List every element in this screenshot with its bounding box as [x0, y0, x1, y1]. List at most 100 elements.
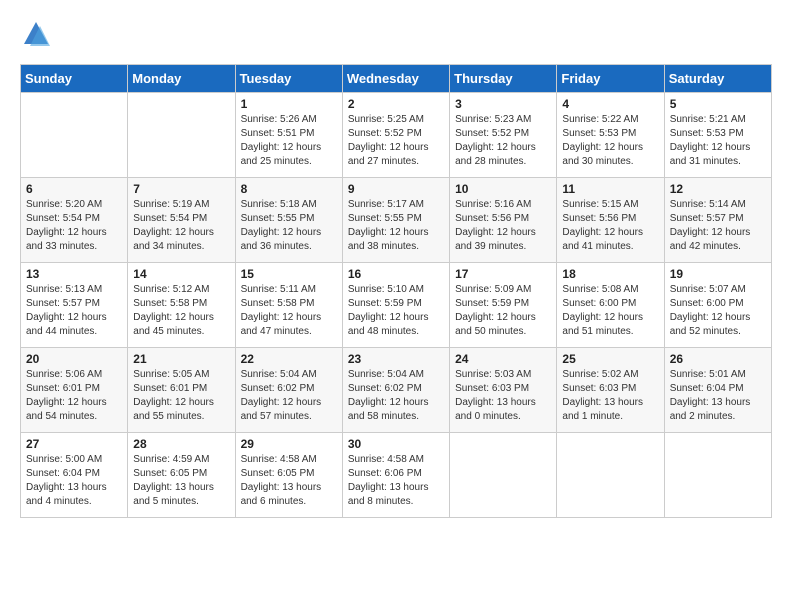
calendar-cell: 7 Sunrise: 5:19 AM Sunset: 5:54 PM Daylig… [128, 178, 235, 263]
day-number: 3 [455, 97, 551, 111]
calendar-cell: 25 Sunrise: 5:02 AM Sunset: 6:03 PM Dayli… [557, 348, 664, 433]
day-detail: Sunrise: 5:02 AM Sunset: 6:03 PM Dayligh… [562, 368, 658, 424]
day-number: 26 [670, 352, 766, 366]
calendar-week-row: 20 Sunrise: 5:06 AM Sunset: 6:01 PM Dayli… [21, 348, 772, 433]
day-number: 5 [670, 97, 766, 111]
day-detail: Sunrise: 5:06 AM Sunset: 6:01 PM Dayligh… [26, 368, 122, 424]
calendar-cell: 13 Sunrise: 5:13 AM Sunset: 5:57 PM Dayli… [21, 263, 128, 348]
page-header [20, 20, 772, 48]
calendar-week-row: 27 Sunrise: 5:00 AM Sunset: 6:04 PM Dayli… [21, 433, 772, 518]
day-number: 14 [133, 267, 229, 281]
day-number: 12 [670, 182, 766, 196]
calendar-table: SundayMondayTuesdayWednesdayThursdayFrid… [20, 64, 772, 518]
calendar-cell [664, 433, 771, 518]
day-number: 7 [133, 182, 229, 196]
day-number: 6 [26, 182, 122, 196]
day-number: 22 [241, 352, 337, 366]
calendar-week-row: 1 Sunrise: 5:26 AM Sunset: 5:51 PM Daylig… [21, 93, 772, 178]
calendar-cell: 29 Sunrise: 4:58 AM Sunset: 6:05 PM Dayli… [235, 433, 342, 518]
day-number: 21 [133, 352, 229, 366]
day-number: 19 [670, 267, 766, 281]
calendar-cell: 16 Sunrise: 5:10 AM Sunset: 5:59 PM Dayli… [342, 263, 449, 348]
day-number: 28 [133, 437, 229, 451]
day-number: 24 [455, 352, 551, 366]
day-detail: Sunrise: 5:01 AM Sunset: 6:04 PM Dayligh… [670, 368, 766, 424]
calendar-cell: 14Sunrise: 5:12 AM Sunset: 5:58 PM Dayli… [128, 263, 235, 348]
day-number: 15 [241, 267, 337, 281]
calendar-cell: 6 Sunrise: 5:20 AM Sunset: 5:54 PM Daylig… [21, 178, 128, 263]
calendar-cell: 15 Sunrise: 5:11 AM Sunset: 5:58 PM Dayli… [235, 263, 342, 348]
day-number: 23 [348, 352, 444, 366]
weekday-header: Monday [128, 65, 235, 93]
day-detail: Sunrise: 5:18 AM Sunset: 5:55 PM Dayligh… [241, 198, 337, 254]
weekday-header: Tuesday [235, 65, 342, 93]
calendar-cell: 17 Sunrise: 5:09 AM Sunset: 5:59 PM Dayli… [450, 263, 557, 348]
calendar-cell: 23 Sunrise: 5:04 AM Sunset: 6:02 PM Dayli… [342, 348, 449, 433]
calendar-cell: 24 Sunrise: 5:03 AM Sunset: 6:03 PM Dayli… [450, 348, 557, 433]
logo [20, 20, 50, 48]
calendar-cell: 18 Sunrise: 5:08 AM Sunset: 6:00 PM Dayli… [557, 263, 664, 348]
day-detail: Sunrise: 5:03 AM Sunset: 6:03 PM Dayligh… [455, 368, 551, 424]
calendar-cell: 19 Sunrise: 5:07 AM Sunset: 6:00 PM Dayli… [664, 263, 771, 348]
calendar-cell [557, 433, 664, 518]
calendar-cell: 12Sunrise: 5:14 AM Sunset: 5:57 PM Dayli… [664, 178, 771, 263]
day-number: 16 [348, 267, 444, 281]
day-number: 25 [562, 352, 658, 366]
day-number: 30 [348, 437, 444, 451]
calendar-cell: 10 Sunrise: 5:16 AM Sunset: 5:56 PM Dayli… [450, 178, 557, 263]
day-detail: Sunrise: 5:19 AM Sunset: 5:54 PM Dayligh… [133, 198, 229, 254]
calendar-cell: 1 Sunrise: 5:26 AM Sunset: 5:51 PM Daylig… [235, 93, 342, 178]
day-detail: Sunrise: 4:58 AM Sunset: 6:05 PM Dayligh… [241, 453, 337, 509]
day-number: 11 [562, 182, 658, 196]
day-detail: Sunrise: 5:13 AM Sunset: 5:57 PM Dayligh… [26, 283, 122, 339]
calendar-cell: 30Sunrise: 4:58 AM Sunset: 6:06 PM Dayli… [342, 433, 449, 518]
day-detail: Sunrise: 5:08 AM Sunset: 6:00 PM Dayligh… [562, 283, 658, 339]
calendar-week-row: 6 Sunrise: 5:20 AM Sunset: 5:54 PM Daylig… [21, 178, 772, 263]
day-detail: Sunrise: 5:16 AM Sunset: 5:56 PM Dayligh… [455, 198, 551, 254]
day-detail: Sunrise: 5:17 AM Sunset: 5:55 PM Dayligh… [348, 198, 444, 254]
calendar-cell: 27 Sunrise: 5:00 AM Sunset: 6:04 PM Dayli… [21, 433, 128, 518]
day-detail: Sunrise: 5:20 AM Sunset: 5:54 PM Dayligh… [26, 198, 122, 254]
calendar-cell: 11 Sunrise: 5:15 AM Sunset: 5:56 PM Dayli… [557, 178, 664, 263]
calendar-cell: 20 Sunrise: 5:06 AM Sunset: 6:01 PM Dayli… [21, 348, 128, 433]
day-number: 8 [241, 182, 337, 196]
day-number: 18 [562, 267, 658, 281]
calendar-cell [450, 433, 557, 518]
day-detail: Sunrise: 5:05 AM Sunset: 6:01 PM Dayligh… [133, 368, 229, 424]
logo-icon [22, 20, 50, 48]
day-number: 13 [26, 267, 122, 281]
day-number: 20 [26, 352, 122, 366]
day-detail: Sunrise: 5:15 AM Sunset: 5:56 PM Dayligh… [562, 198, 658, 254]
day-number: 1 [241, 97, 337, 111]
weekday-header: Friday [557, 65, 664, 93]
calendar-cell: 22Sunrise: 5:04 AM Sunset: 6:02 PM Dayli… [235, 348, 342, 433]
day-detail: Sunrise: 5:07 AM Sunset: 6:00 PM Dayligh… [670, 283, 766, 339]
day-number: 9 [348, 182, 444, 196]
day-number: 17 [455, 267, 551, 281]
day-detail: Sunrise: 4:59 AM Sunset: 6:05 PM Dayligh… [133, 453, 229, 509]
calendar-cell: 28 Sunrise: 4:59 AM Sunset: 6:05 PM Dayli… [128, 433, 235, 518]
day-detail: Sunrise: 5:26 AM Sunset: 5:51 PM Dayligh… [241, 113, 337, 169]
calendar-cell: 9 Sunrise: 5:17 AM Sunset: 5:55 PM Daylig… [342, 178, 449, 263]
day-number: 2 [348, 97, 444, 111]
calendar-cell: 26 Sunrise: 5:01 AM Sunset: 6:04 PM Dayli… [664, 348, 771, 433]
day-number: 29 [241, 437, 337, 451]
day-detail: Sunrise: 5:09 AM Sunset: 5:59 PM Dayligh… [455, 283, 551, 339]
calendar-cell: 5 Sunrise: 5:21 AM Sunset: 5:53 PM Daylig… [664, 93, 771, 178]
weekday-header: Saturday [664, 65, 771, 93]
day-number: 4 [562, 97, 658, 111]
day-detail: Sunrise: 5:04 AM Sunset: 6:02 PM Dayligh… [348, 368, 444, 424]
day-detail: Sunrise: 5:22 AM Sunset: 5:53 PM Dayligh… [562, 113, 658, 169]
calendar-cell: 2Sunrise: 5:25 AM Sunset: 5:52 PM Daylig… [342, 93, 449, 178]
day-detail: Sunrise: 5:11 AM Sunset: 5:58 PM Dayligh… [241, 283, 337, 339]
calendar-header: SundayMondayTuesdayWednesdayThursdayFrid… [21, 65, 772, 93]
day-number: 27 [26, 437, 122, 451]
day-number: 10 [455, 182, 551, 196]
day-detail: Sunrise: 5:21 AM Sunset: 5:53 PM Dayligh… [670, 113, 766, 169]
calendar-cell: 3Sunrise: 5:23 AM Sunset: 5:52 PM Daylig… [450, 93, 557, 178]
calendar-cell [21, 93, 128, 178]
weekday-header: Wednesday [342, 65, 449, 93]
day-detail: Sunrise: 5:10 AM Sunset: 5:59 PM Dayligh… [348, 283, 444, 339]
day-detail: Sunrise: 5:00 AM Sunset: 6:04 PM Dayligh… [26, 453, 122, 509]
calendar-cell: 8 Sunrise: 5:18 AM Sunset: 5:55 PM Daylig… [235, 178, 342, 263]
